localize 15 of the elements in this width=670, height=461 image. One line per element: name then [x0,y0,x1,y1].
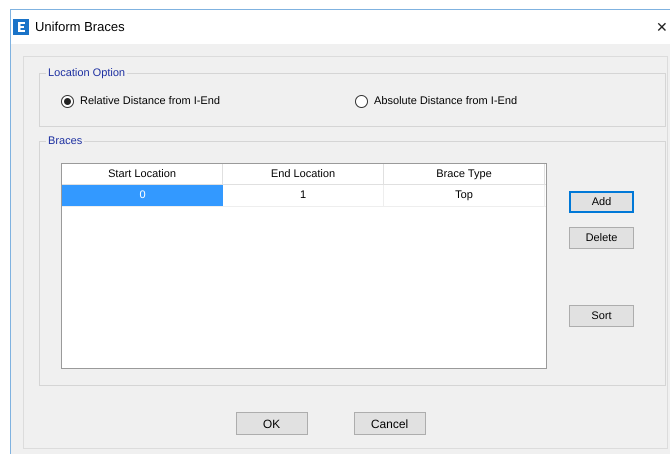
column-header[interactable]: Brace Type [384,164,545,184]
window-title: Uniform Braces [35,18,125,36]
radio-label[interactable]: Absolute Distance from I-End [374,93,518,110]
action-button[interactable]: Delete [569,227,634,249]
column-header[interactable]: Start Location [62,164,223,184]
dialog-button[interactable]: Cancel [354,412,426,435]
column-header[interactable]: End Location [223,164,384,184]
close-button[interactable]: ✕ [656,16,668,38]
action-button[interactable]: Add [569,191,634,213]
action-button[interactable]: Sort [569,305,634,327]
radio-button[interactable] [355,94,368,108]
dialog-button[interactable]: OK [236,412,308,435]
radio-button[interactable] [61,94,74,108]
radio-label[interactable]: Relative Distance from I-End [80,93,220,110]
group-title: Location Option [46,65,128,82]
